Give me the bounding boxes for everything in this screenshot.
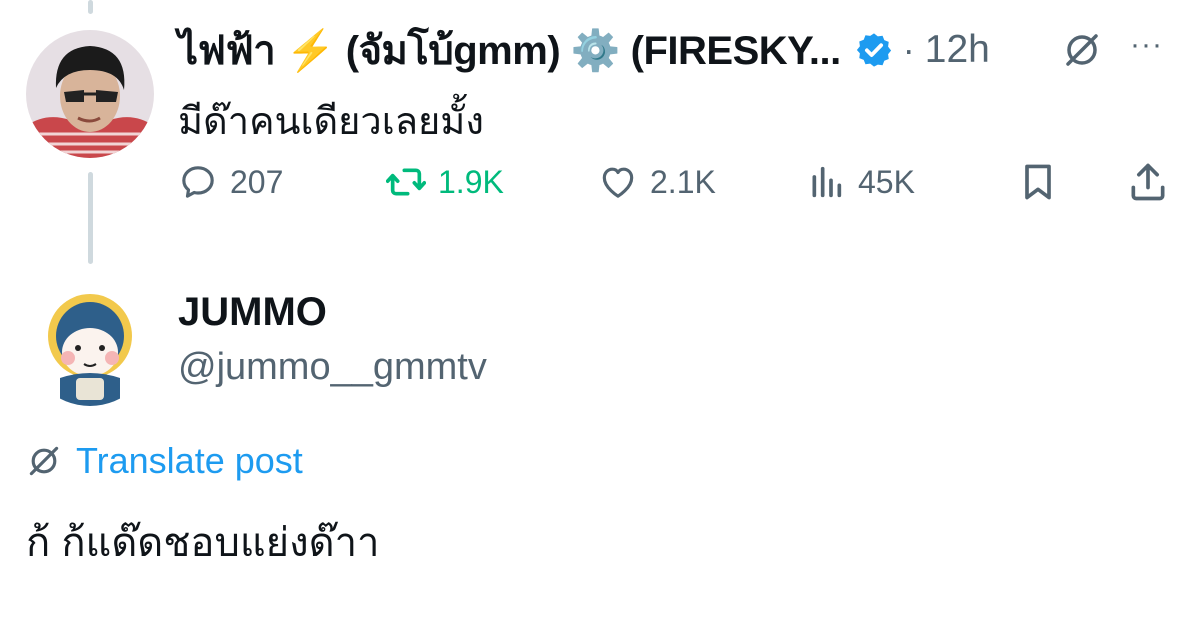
repost-icon	[386, 168, 426, 196]
translate-icon	[29, 446, 59, 476]
thread-line-top	[88, 0, 93, 14]
reply-display-name[interactable]: ไฟฟ้า ⚡️ (จัมโบ้gmm) ⚙️ (FIRESKY...	[178, 18, 841, 82]
reply-timestamp[interactable]: 12h	[925, 28, 990, 72]
grok-icon[interactable]	[1062, 30, 1102, 70]
thread-line-bottom	[88, 172, 93, 264]
reply-button[interactable]: 207	[178, 156, 283, 208]
bookmark-icon[interactable]	[1016, 160, 1060, 204]
repost-button[interactable]: 1.9K	[386, 156, 504, 208]
jummo-display-name[interactable]: JUMMO	[178, 290, 327, 335]
jummo-handle[interactable]: @jummo__gmmtv	[178, 346, 487, 389]
reply-avatar[interactable]	[26, 30, 154, 158]
reply-text: มีด๊าคนเดียวเลยมั้ง	[178, 101, 484, 143]
share-icon[interactable]	[1126, 160, 1170, 204]
views-count: 45K	[858, 163, 915, 200]
like-count: 2.1K	[650, 163, 716, 200]
repost-count: 1.9K	[438, 163, 504, 200]
like-icon	[602, 167, 634, 198]
views-icon	[812, 166, 842, 198]
more-icon[interactable]: ···	[1130, 28, 1163, 62]
reply-icon	[182, 166, 214, 198]
views-button[interactable]: 45K	[806, 156, 915, 208]
translate-label: Translate post	[76, 440, 303, 481]
jummo-tweet-text: ก้ ก้แด๊ดชอบแย่งด๊าา	[26, 521, 380, 565]
verified-badge-icon	[856, 33, 891, 67]
jummo-avatar[interactable]	[26, 278, 154, 406]
translate-post-button[interactable]: Translate post	[26, 440, 303, 482]
reply-count: 207	[230, 163, 284, 200]
reply-header: ไฟฟ้า ⚡️ (จัมโบ้gmm) ⚙️ (FIRESKY... · 12…	[178, 22, 990, 78]
like-button[interactable]: 2.1K	[598, 156, 716, 208]
time-separator: ·	[902, 29, 915, 70]
